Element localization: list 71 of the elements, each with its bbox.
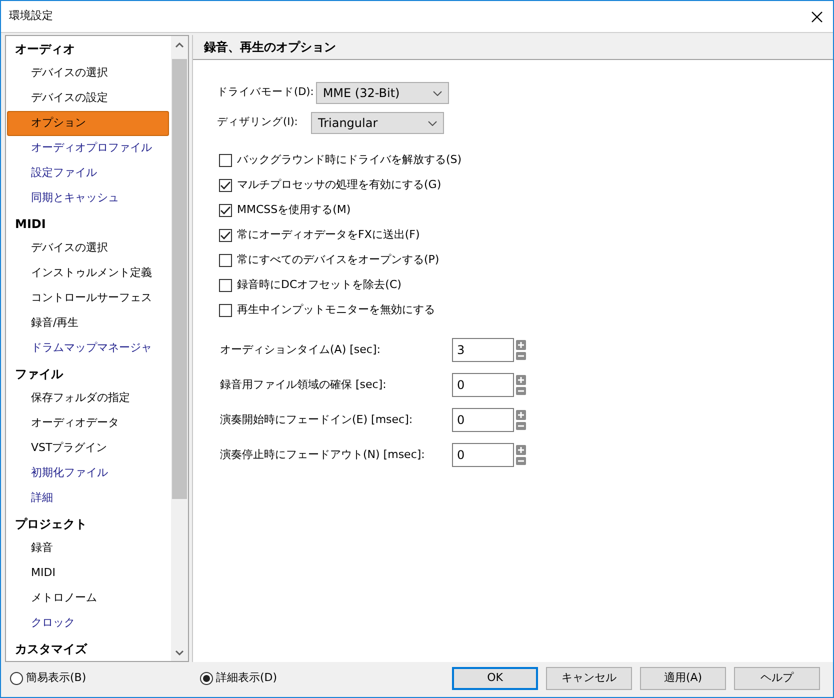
number-field[interactable]: 3 — [452, 338, 514, 362]
checkbox-label[interactable]: 録音時にDCオフセットを除去(C) — [237, 277, 402, 294]
checkbox[interactable] — [219, 229, 232, 242]
sidebar-item[interactable]: メトロノーム — [7, 586, 171, 611]
sidebar-item[interactable]: 詳細 — [7, 486, 171, 511]
checkbox-label[interactable]: 常にオーディオデータをFXに送出(F) — [237, 227, 420, 244]
sidebar-item[interactable]: コントロールサーフェス — [7, 286, 171, 311]
close-icon[interactable] — [811, 10, 823, 22]
window-title: 環境設定 — [9, 8, 53, 24]
number-field[interactable]: 0 — [452, 443, 514, 467]
spin-buttons[interactable] — [516, 410, 526, 430]
sidebar-category[interactable]: カスタマイズ — [7, 636, 171, 661]
sidebar-category[interactable]: オーディオ — [7, 36, 171, 61]
checkbox-label[interactable]: 再生中インプットモニターを無効にする — [237, 302, 435, 319]
scroll-down-icon[interactable] — [175, 650, 184, 656]
checkbox[interactable] — [219, 179, 232, 192]
radio-button[interactable] — [10, 672, 23, 684]
sidebar-item[interactable]: 録音 — [7, 536, 171, 561]
sidebar-item[interactable]: 録音/再生 — [7, 311, 171, 336]
field-label: ドライバモード(D): — [217, 85, 314, 100]
checkbox[interactable] — [219, 204, 232, 217]
spin-buttons[interactable] — [516, 375, 526, 395]
scroll-up-icon[interactable] — [175, 42, 184, 48]
sidebar-item[interactable]: デバイスの設定 — [7, 86, 171, 111]
sidebar-item[interactable]: オーディオデータ — [7, 411, 171, 436]
radio-button[interactable] — [200, 672, 213, 684]
dialog-button[interactable]: キャンセル — [546, 666, 632, 690]
scrollbar-thumb[interactable] — [172, 59, 187, 499]
sidebar-item[interactable]: オプション — [7, 111, 169, 136]
sidebar-item[interactable]: インストゥルメント定義 — [7, 261, 171, 286]
checkbox[interactable] — [219, 154, 232, 167]
checkbox-label[interactable]: 常にすべてのデバイスをオープンする(P) — [237, 252, 440, 269]
sidebar-category[interactable]: ファイル — [7, 361, 171, 386]
spin-buttons[interactable] — [516, 340, 526, 360]
sidebar-item[interactable]: MIDI — [7, 561, 171, 586]
chevron-down-icon — [432, 90, 442, 96]
sidebar-item[interactable]: VSTプラグイン — [7, 436, 171, 461]
radio-label[interactable]: 詳細表示(D) — [216, 670, 278, 686]
sidebar-item[interactable]: 保存フォルダの指定 — [7, 386, 171, 411]
dialog-button[interactable]: ヘルプ — [734, 666, 820, 690]
checkbox[interactable] — [219, 254, 232, 267]
dropdown[interactable]: Triangular — [311, 112, 444, 134]
chevron-down-icon — [428, 120, 437, 126]
checkbox-label[interactable]: MMCSSを使用する(M) — [237, 202, 351, 219]
sidebar-item[interactable]: デバイスの選択 — [7, 236, 171, 261]
sidebar-category[interactable]: プロジェクト — [7, 511, 171, 536]
sidebar-item[interactable]: 設定ファイル — [7, 161, 171, 186]
panel-title: 録音、再生のオプション — [204, 39, 336, 56]
dropdown[interactable]: MME (32-Bit) — [316, 82, 449, 104]
sidebar-item[interactable]: 初期化ファイル — [7, 461, 171, 486]
checkbox[interactable] — [219, 304, 232, 317]
number-field[interactable]: 0 — [452, 408, 514, 432]
spin-buttons[interactable] — [516, 445, 526, 465]
field-label: オーディションタイム(A) [sec]: — [220, 342, 382, 358]
field-label: ディザリング(I): — [217, 115, 299, 130]
number-field[interactable]: 0 — [452, 373, 514, 397]
field-label: 演奏停止時にフェードアウト(N) [msec]: — [220, 446, 426, 463]
field-label: 演奏開始時にフェードイン(E) [msec]: — [220, 412, 414, 428]
sidebar-item[interactable]: デバイスの選択 — [7, 61, 171, 86]
field-label: 録音用ファイル領域の確保 [sec]: — [220, 376, 388, 393]
checkbox[interactable] — [219, 279, 232, 292]
checkbox-label[interactable]: バックグラウンド時にドライバを解放する(S) — [237, 152, 462, 169]
sidebar-item[interactable]: ドラムマップマネージャ — [7, 336, 171, 361]
sidebar-item[interactable]: オーディオプロファイル — [7, 136, 171, 161]
dialog-button[interactable]: 適用(A) — [640, 666, 726, 690]
sidebar-item[interactable]: 同期とキャッシュ — [7, 186, 171, 211]
radio-label[interactable]: 簡易表示(B) — [26, 670, 86, 686]
sidebar-category[interactable]: MIDI — [7, 211, 171, 236]
sidebar-item[interactable]: クロック — [7, 611, 171, 636]
dialog-button[interactable]: OK — [452, 666, 538, 690]
checkbox-label[interactable]: マルチプロセッサの処理を有効にする(G) — [237, 177, 442, 194]
